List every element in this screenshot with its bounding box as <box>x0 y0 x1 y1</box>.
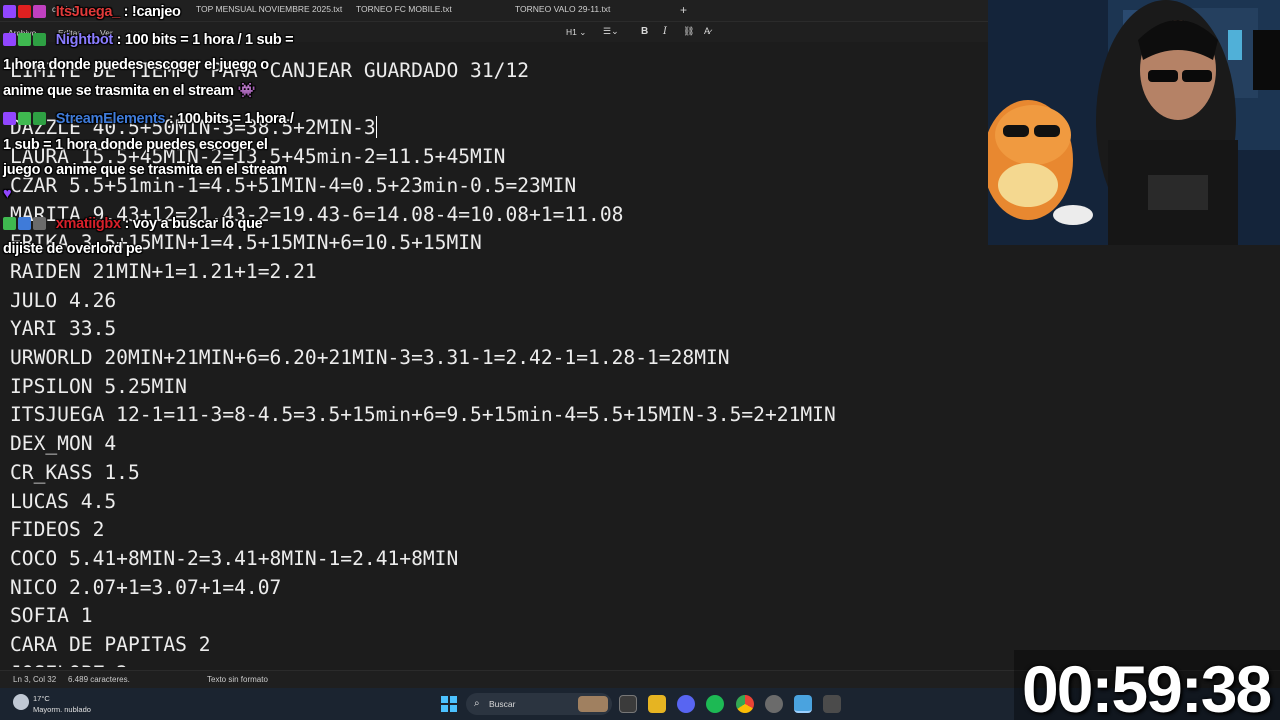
start-button[interactable] <box>441 696 457 712</box>
cursor-position: Ln 3, Col 32 <box>13 675 57 684</box>
countdown-timer: 00:59:38 <box>1022 652 1272 720</box>
editor-line[interactable]: DAZZLE 40.5+50MIN-3=38.5+2MIN-3 <box>10 114 836 143</box>
italic-button[interactable]: I <box>663 26 667 37</box>
weather-temperature: 17°C <box>33 694 50 703</box>
menu-archivo[interactable]: Archivo <box>8 28 36 38</box>
notepad-icon[interactable] <box>794 695 812 713</box>
right-panel <box>988 245 1280 667</box>
editor-line[interactable]: YARI 33.5 <box>10 315 836 344</box>
editor-line[interactable]: LAURA 15.5+45MIN-2=13.5+45min-2=11.5+45M… <box>10 143 836 172</box>
editor-line[interactable]: URWORLD 20MIN+21MIN+6=6.20+21MIN-3=3.31-… <box>10 344 836 373</box>
discord-icon[interactable] <box>677 695 695 713</box>
webcam-image <box>988 0 1280 245</box>
search-label: Buscar <box>489 699 516 709</box>
editor-line[interactable]: LUCAS 4.5 <box>10 488 836 517</box>
editor-line[interactable]: DEX_MON 4 <box>10 430 836 459</box>
search-icon: ⌕ <box>474 698 480 709</box>
editor-line[interactable]: LIMITE DE TIEMPO PARA CANJEAR GUARDADO 3… <box>10 57 836 86</box>
weather-icon[interactable] <box>13 694 29 710</box>
editor-line[interactable]: ITSJUEGA 12-1=11-3=8-4.5=3.5+15min+6=9.5… <box>10 401 836 430</box>
editor-line[interactable]: FIDEOS 2 <box>10 516 836 545</box>
editor-line[interactable]: ERIKA 3.5+15MIN+1=4.5+15MIN+6=10.5+15MIN <box>10 229 836 258</box>
editor-line[interactable]: CR_KASS 1.5 <box>10 459 836 488</box>
text-caret <box>375 116 377 139</box>
menu-ver[interactable]: Ver <box>100 28 113 38</box>
text-format[interactable]: Texto sin formato <box>207 675 268 684</box>
search-highlight-icon <box>578 696 608 712</box>
bold-button[interactable]: B <box>641 26 648 37</box>
list-dropdown-icon[interactable]: ☰⌄ <box>603 26 619 37</box>
editor-line[interactable]: COCO 5.41+8MIN-2=3.41+8MIN-1=2.41+8MIN <box>10 545 836 574</box>
editor-line[interactable]: CARA DE PAPITAS 2 <box>10 631 836 660</box>
tab-bar: canjeo TOP MENSUAL NOVIEMBRE 2025.txt TO… <box>0 0 988 22</box>
calculator-icon[interactable] <box>823 695 841 713</box>
file-explorer-icon[interactable] <box>648 695 666 713</box>
editor-line[interactable]: RAIDEN 21MIN+1=1.21+1=2.21 <box>10 258 836 287</box>
tab-torneo-valo[interactable]: TORNEO VALO 29-11.txt <box>515 4 610 14</box>
webcam-feed <box>988 0 1280 245</box>
editor-line[interactable]: NICO 2.07+1=3.07+1=4.07 <box>10 574 836 603</box>
menu-editar[interactable]: Editar <box>58 28 80 38</box>
tab-canjeo[interactable]: canjeo <box>52 4 77 14</box>
editor-line[interactable]: JULO 4.26 <box>10 287 836 316</box>
search-box[interactable]: ⌕ Buscar <box>466 693 612 715</box>
char-count: 6.489 caracteres. <box>68 675 130 684</box>
heading-dropdown[interactable]: H1 ⌄ <box>566 27 586 38</box>
new-tab-button[interactable]: + <box>680 3 687 17</box>
weather-condition: Mayorm. nublado <box>33 705 91 714</box>
text-editor[interactable]: LIMITE DE TIEMPO PARA CANJEAR GUARDADO 3… <box>0 42 988 667</box>
tab-top-mensual[interactable]: TOP MENSUAL NOVIEMBRE 2025.txt <box>196 4 342 14</box>
spotify-icon[interactable] <box>706 695 724 713</box>
tab-torneo-fc-mobile[interactable]: TORNEO FC MOBILE.txt <box>356 4 452 14</box>
editor-line[interactable]: IPSILON 5.25MIN <box>10 373 836 402</box>
editor-line[interactable]: MARITA 9.43+12=21.43-2=19.43-6=14.08-4=1… <box>10 201 836 230</box>
clear-format-icon[interactable]: A̷ <box>704 26 710 36</box>
editor-line[interactable]: CZAR 5.5+51min-1=4.5+51MIN-4=0.5+23min-0… <box>10 172 836 201</box>
editor-line[interactable]: SOFIA 1 <box>10 602 836 631</box>
editor-line[interactable]: JOSELOPZ 2 <box>10 660 836 667</box>
chrome-icon[interactable] <box>736 695 754 713</box>
editor-line[interactable] <box>10 86 836 115</box>
link-icon[interactable]: ⛓ <box>683 26 694 37</box>
menu-bar: Archivo Editar Ver H1 ⌄ ☰⌄ B I ⛓ A̷ <box>0 22 988 42</box>
obs-icon[interactable] <box>765 695 783 713</box>
task-view-icon[interactable] <box>619 695 637 713</box>
editor-content[interactable]: LIMITE DE TIEMPO PARA CANJEAR GUARDADO 3… <box>10 57 836 667</box>
heading-label: H1 <box>566 27 577 37</box>
